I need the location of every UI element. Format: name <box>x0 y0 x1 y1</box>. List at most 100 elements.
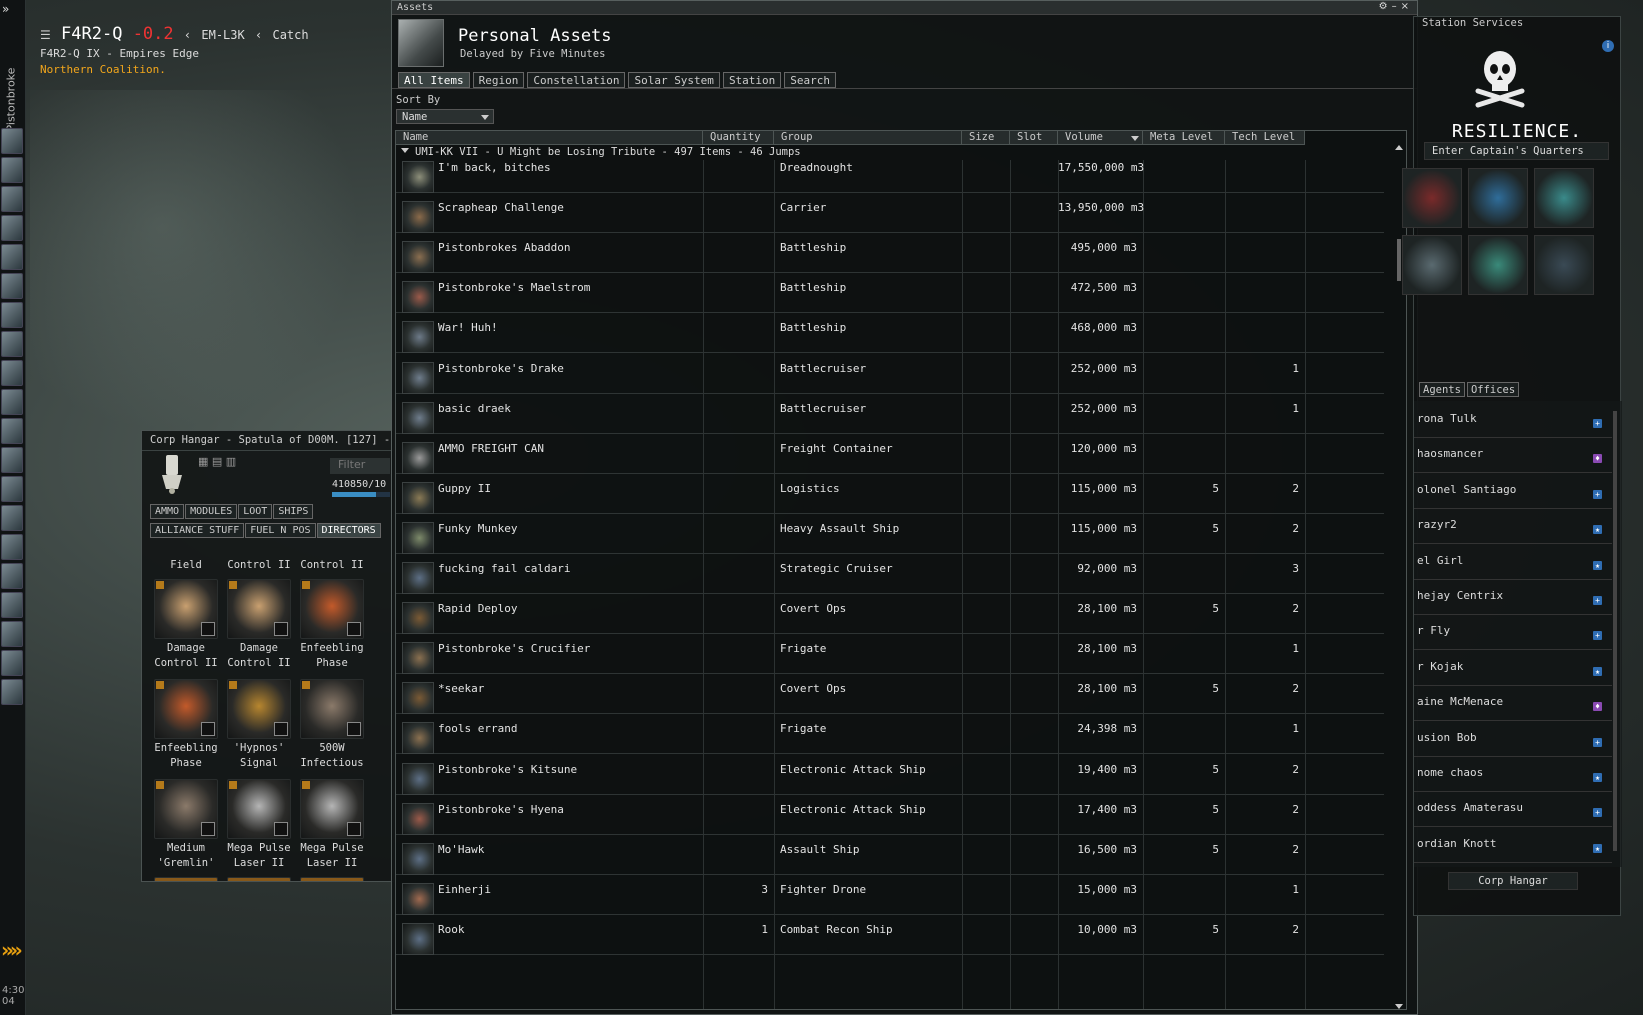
tab-search[interactable]: Search <box>784 72 837 88</box>
table-row[interactable]: fools errand Frigate 24,398 m3 1 <box>396 714 1384 755</box>
agent-item[interactable]: haosmancer ♦ <box>1414 438 1612 474</box>
people-icon[interactable] <box>1 157 23 183</box>
hangar-item[interactable]: Enfeebling Phase <box>296 579 368 671</box>
sort-by-select[interactable]: Name <box>396 109 494 124</box>
scroll-down-icon[interactable] <box>1395 1004 1403 1009</box>
tab-region[interactable]: Region <box>472 72 525 88</box>
neocom-menu-icon[interactable]: » <box>2 2 9 16</box>
fleet-icon[interactable] <box>1 505 23 531</box>
fitting-icon[interactable] <box>1 215 23 241</box>
log-icon[interactable] <box>1 679 23 705</box>
hangar-item[interactable]: 500W Infectious <box>296 679 368 771</box>
fitting-icon[interactable] <box>1402 235 1462 295</box>
column-header-meta-level[interactable]: Meta Level <box>1143 131 1225 145</box>
industry-icon[interactable] <box>1 418 23 444</box>
medical-icon[interactable] <box>1468 235 1528 295</box>
column-header-size[interactable]: Size <box>962 131 1010 145</box>
contracts-icon[interactable] <box>1 476 23 502</box>
table-row[interactable]: Pistonbroke's Drake Battlecruiser 252,000 … <box>396 354 1384 394</box>
hangar-item[interactable]: Damage Control II <box>296 559 368 575</box>
table-row[interactable]: basic draek Battlecruiser 252,000 m3 1 <box>396 394 1384 434</box>
tab-solar-system[interactable]: Solar System <box>628 72 720 88</box>
agent-item[interactable]: r Kojak ★ <box>1414 651 1612 686</box>
hangar-item[interactable] <box>150 877 222 881</box>
hangar-item[interactable] <box>296 877 368 881</box>
corp-tab-ships[interactable]: SHIPS <box>273 504 314 519</box>
table-row[interactable]: fucking fail caldari Strategic Cruiser 92,… <box>396 554 1384 594</box>
agent-item[interactable]: el Girl ★ <box>1414 545 1612 580</box>
hangar-item[interactable]: 'Hypnos' Signal <box>223 679 295 771</box>
column-header-group[interactable]: Group <box>774 131 962 145</box>
station-name[interactable]: F4R2-Q IX - Empires Edge <box>40 47 309 60</box>
map-icon[interactable] <box>1 273 23 299</box>
market-icon[interactable] <box>1 244 23 270</box>
view-mode-icons[interactable]: ▦ ▤ ▥ <box>198 455 236 468</box>
assets-icon[interactable] <box>1 360 23 386</box>
alliance-name[interactable]: Northern Coalition. <box>40 63 309 76</box>
table-row[interactable]: AMMO FREIGHT CAN Freight Container 120,000… <box>396 434 1384 474</box>
system-name[interactable]: F4R2-Q <box>61 24 122 44</box>
agent-item[interactable]: rona Tulk + <box>1414 403 1612 438</box>
corp-tab-modules[interactable]: MODULES <box>185 504 238 519</box>
corp-tab-directors[interactable]: DIRECTORS <box>316 523 381 538</box>
pilot-name[interactable]: Pistonbroke <box>5 42 18 132</box>
table-row[interactable]: War! Huh! Battleship 468,000 m3 <box>396 313 1384 354</box>
table-row[interactable]: Funky Munkey Heavy Assault Ship 115,000 m3… <box>396 514 1384 554</box>
hangar-item[interactable]: Mega Pulse Laser II <box>223 779 295 871</box>
minimize-icon[interactable]: – <box>1392 1 1401 12</box>
cloning-icon[interactable] <box>1402 168 1462 228</box>
agent-item[interactable]: hejay Centrix + <box>1414 580 1612 615</box>
table-row[interactable]: Einherji 3 Fighter Drone 15,000 m3 1 <box>396 875 1384 915</box>
filter-input[interactable]: Filter <box>330 458 390 474</box>
reprocessing-icon[interactable] <box>1534 168 1594 228</box>
table-row[interactable]: Pistonbrokes Abaddon Battleship 495,000 m3 <box>396 233 1384 274</box>
calculator-icon[interactable] <box>1 650 23 676</box>
corp-tab-ammo[interactable]: AMMO <box>150 504 185 519</box>
hangar-item[interactable] <box>223 877 295 881</box>
scroll-up-icon[interactable] <box>1395 145 1403 150</box>
notepad-icon[interactable] <box>1 563 23 589</box>
agent-item[interactable]: ordian Knott ★ <box>1414 828 1612 863</box>
science-icon[interactable] <box>1 447 23 473</box>
captains-quarters-button[interactable]: Enter Captain's Quarters <box>1424 142 1609 160</box>
help-icon[interactable] <box>1 592 23 618</box>
mail-icon[interactable] <box>1 186 23 212</box>
table-row[interactable]: Scrapheap Challenge Carrier 13,950,000 m3 <box>396 193 1384 234</box>
browser-icon[interactable] <box>1 621 23 647</box>
agent-item[interactable]: aine McMenace ♦ <box>1414 686 1612 722</box>
tab-station[interactable]: Station <box>722 72 782 88</box>
info-icon[interactable]: i <box>1602 40 1614 52</box>
repairshop-icon[interactable] <box>1468 168 1528 228</box>
hangar-item[interactable]: Mega Pulse Laser II <box>296 779 368 871</box>
tab-offices[interactable]: Offices <box>1466 382 1520 397</box>
constellation-name[interactable]: EM-L3K <box>201 28 244 42</box>
menu-lines-icon[interactable]: ☰ <box>40 28 51 42</box>
hangar-item[interactable]: Damage Control II <box>150 579 222 671</box>
scanner-icon[interactable] <box>1 534 23 560</box>
agent-item[interactable]: olonel Santiago + <box>1414 474 1612 509</box>
tab-constellation[interactable]: Constellation <box>527 72 626 88</box>
table-row[interactable]: Pistonbroke's Crucifier Frigate 28,100 m3 1 <box>396 634 1384 675</box>
character-icon[interactable] <box>1534 235 1594 295</box>
column-header-quantity[interactable]: Quantity <box>703 131 774 145</box>
hangar-item[interactable]: Enfeebling Phase <box>150 679 222 771</box>
hangar-item[interactable]: Signature Field <box>150 559 222 575</box>
corp-icon[interactable] <box>1 331 23 357</box>
assets-window-title[interactable]: Assets <box>392 1 1417 15</box>
character-icon[interactable] <box>1 128 23 154</box>
journal-icon[interactable] <box>1 302 23 328</box>
region-name[interactable]: Catch <box>272 28 308 42</box>
station-services-title[interactable]: Station Services <box>1414 17 1620 31</box>
corp-tab-fuel-n-pos[interactable]: FUEL N POS <box>245 523 316 538</box>
table-row[interactable]: *seekar Covert Ops 28,100 m3 5 2 <box>396 674 1384 715</box>
table-row[interactable]: Mo'Hawk Assault Ship 16,500 m3 5 2 <box>396 835 1384 875</box>
agent-item[interactable]: nome chaos ★ <box>1414 757 1612 792</box>
agents-scrollbar[interactable] <box>1612 401 1618 867</box>
tab-all-items[interactable]: All Items <box>398 72 470 88</box>
agent-item[interactable]: razyr2 ★ <box>1414 509 1612 545</box>
table-row[interactable]: Rook 1 Combat Recon Ship 10,000 m3 5 2 <box>396 915 1384 955</box>
settings-icon[interactable]: ⚙ <box>1379 1 1392 12</box>
column-header-slot[interactable]: Slot <box>1010 131 1058 145</box>
wallet-icon[interactable] <box>1 389 23 415</box>
neocom-expand-icon[interactable]: »» <box>1 938 23 962</box>
